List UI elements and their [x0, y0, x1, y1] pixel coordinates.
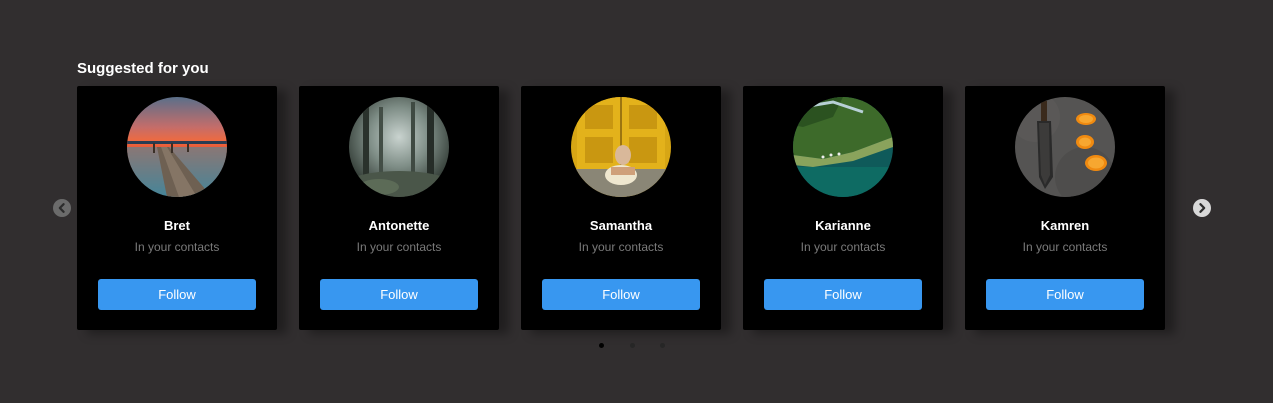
suggestion-card: Kamren In your contacts Follow	[965, 86, 1165, 330]
knife-and-oranges-photo	[1015, 97, 1115, 197]
suggestion-card: Karianne In your contacts Follow	[743, 86, 943, 330]
follow-button[interactable]: Follow	[986, 279, 1144, 310]
card-name: Samantha	[589, 218, 653, 233]
card-subtitle: In your contacts	[134, 240, 220, 254]
chevron-left-icon	[53, 199, 71, 217]
follow-button[interactable]: Follow	[542, 279, 700, 310]
avatar[interactable]	[571, 97, 671, 197]
pagination-dot-3[interactable]	[660, 343, 665, 348]
carousel-next-button[interactable]	[1193, 199, 1211, 217]
card-name: Bret	[163, 218, 190, 233]
follow-button[interactable]: Follow	[320, 279, 478, 310]
section-title: Suggested for you	[77, 60, 209, 77]
misty-forest-photo	[349, 97, 449, 197]
pagination-dot-2[interactable]	[630, 343, 635, 348]
card-subtitle: In your contacts	[1022, 240, 1108, 254]
avatar[interactable]	[1015, 97, 1115, 197]
avatar[interactable]	[793, 97, 893, 197]
suggestion-card: Bret In your contacts Follow	[77, 86, 277, 330]
carousel-prev-button[interactable]	[53, 199, 71, 217]
card-name: Kamren	[1040, 218, 1090, 233]
chevron-right-icon	[1193, 199, 1211, 217]
fjord-aerial-photo	[793, 97, 893, 197]
card-name: Antonette	[368, 218, 430, 233]
suggestion-card: Antonette In your contacts Follow	[299, 86, 499, 330]
pier-sunset-photo	[127, 97, 227, 197]
card-subtitle: In your contacts	[578, 240, 664, 254]
avatar[interactable]	[127, 97, 227, 197]
card-subtitle: In your contacts	[800, 240, 886, 254]
avatar[interactable]	[349, 97, 449, 197]
follow-button[interactable]: Follow	[98, 279, 256, 310]
suggestion-card: Samantha In your contacts Follow	[521, 86, 721, 330]
card-subtitle: In your contacts	[356, 240, 442, 254]
follow-button[interactable]: Follow	[764, 279, 922, 310]
yellow-door-portrait-photo	[571, 97, 671, 197]
card-name: Karianne	[815, 218, 871, 233]
pagination-dot-1[interactable]	[599, 343, 604, 348]
carousel-pagination	[596, 343, 676, 349]
suggestions-section: Suggested for you Bret In your contacts …	[0, 0, 1273, 403]
suggestion-cards: Bret In your contacts Follow Antonette I…	[77, 86, 1177, 331]
